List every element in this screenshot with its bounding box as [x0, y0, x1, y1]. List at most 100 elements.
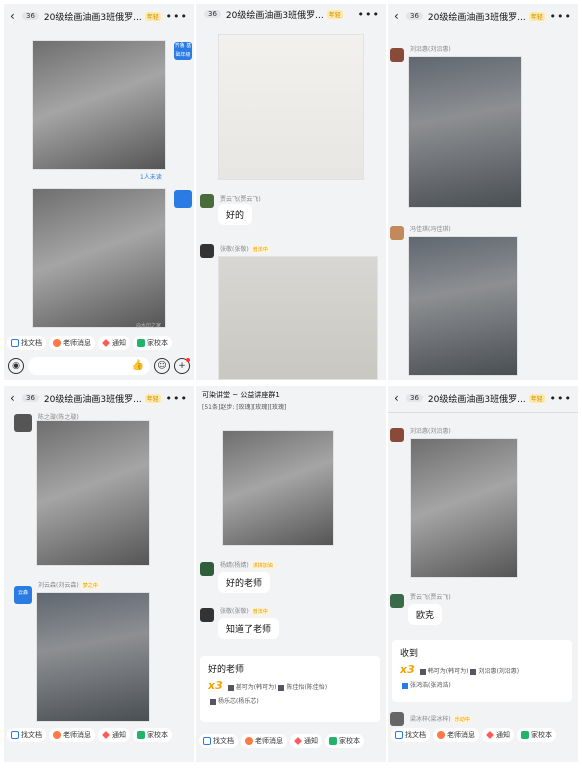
- teacher-message-button[interactable]: 老师消息: [49, 336, 95, 350]
- sender-name-text: 张敬(张敬): [220, 608, 249, 615]
- input-row: ◉ 👍 ☺ +: [4, 353, 194, 379]
- chat-title: 20级绘画油画3班俄罗...: [427, 394, 526, 405]
- find-doc-label: 找文档: [213, 737, 234, 745]
- chat-header: 36 20级绘画油画3班俄罗... 年轻 •••: [196, 4, 386, 24]
- notice-button[interactable]: 通知: [98, 728, 130, 742]
- reaction-line: x3 甚可为(韩可为) 陈佳怡(陈佳怡): [208, 679, 372, 692]
- message-bubble[interactable]: 好的老师: [218, 572, 271, 593]
- drawing-image-woman-chair[interactable]: [408, 236, 518, 376]
- sender-name-text: 刘云森(刘云森): [38, 582, 79, 589]
- back-icon[interactable]: ‹: [10, 391, 20, 405]
- find-doc-button[interactable]: 找文档: [391, 728, 430, 742]
- drawing-image-old-man[interactable]: [32, 40, 166, 170]
- message-bubble[interactable]: 知道了老师: [218, 618, 280, 639]
- chat-panel-2: 36 20级绘画油画3班俄罗... 年轻 ••• 贾云飞(贾云飞) 好的 张敬(…: [196, 4, 386, 380]
- group-tag: 年轻: [326, 9, 343, 19]
- notification-dot: [186, 358, 190, 362]
- sender-name: 贾云飞(贾云飞): [220, 196, 261, 203]
- chat-header: ‹ 36 20级绘画油画3班俄罗... 年轻 •••: [4, 386, 194, 410]
- group-title: 可染讲堂 ~ 公益讲座群1: [202, 391, 280, 399]
- sketch-image[interactable]: [218, 34, 364, 180]
- back-icon[interactable]: ‹: [394, 391, 404, 405]
- message-input[interactable]: 👍: [28, 357, 150, 375]
- mini-avatar: [210, 698, 216, 705]
- read-status[interactable]: 1人未读: [140, 172, 162, 181]
- chat-panel-3: ‹ 36 20级绘画油画3班俄罗... 年轻 ••• 刘沿惠(刘沿惠) 冯佳琪(…: [388, 4, 578, 380]
- drawing-image-young-man[interactable]: [410, 438, 518, 578]
- avatar[interactable]: 云森: [14, 586, 32, 604]
- drawing-image-girl[interactable]: [32, 188, 166, 328]
- more-icon[interactable]: •••: [166, 392, 188, 405]
- avatar[interactable]: [390, 428, 404, 442]
- back-icon[interactable]: ‹: [10, 9, 20, 23]
- school-book-button[interactable]: 家校本: [133, 336, 172, 350]
- more-icon[interactable]: •••: [358, 8, 380, 21]
- group-tag: 年轻: [144, 393, 161, 403]
- find-doc-button[interactable]: 找文档: [199, 734, 238, 748]
- chat-panel-1: ‹ 36 20级绘画油画3班俄罗... 年轻 ••• 齐鲁 基础年级 1人未读 …: [4, 4, 194, 380]
- avatar[interactable]: [200, 244, 214, 258]
- mini-avatar: [419, 668, 426, 675]
- find-doc-button[interactable]: 找文档: [7, 728, 46, 742]
- sketch-image-seated[interactable]: [218, 256, 378, 380]
- teacher-icon: [437, 731, 445, 739]
- drawing-image-woman-seated[interactable]: [408, 56, 522, 208]
- avatar[interactable]: [200, 194, 214, 208]
- message-bubble[interactable]: 好的: [218, 204, 253, 225]
- avatar[interactable]: [200, 608, 214, 622]
- drawing-image-man-jacket[interactable]: [36, 592, 150, 722]
- avatar[interactable]: [14, 414, 32, 432]
- find-doc-button[interactable]: 找文档: [7, 336, 46, 350]
- thumb-up-icon[interactable]: 👍: [132, 360, 144, 371]
- avatar[interactable]: [390, 712, 404, 726]
- school-book-button[interactable]: 家校本: [133, 728, 172, 742]
- notice-label: 通知: [112, 731, 126, 739]
- status-tag: 普法中: [250, 246, 270, 253]
- notice-button[interactable]: 通知: [290, 734, 322, 748]
- drawing-image-man-seated[interactable]: [36, 420, 150, 566]
- teacher-message-button[interactable]: 老师消息: [241, 734, 287, 748]
- notice-label: 通知: [112, 339, 126, 347]
- reactor-name: 杨乐芯(杨乐芯): [218, 698, 259, 705]
- doc-icon: [395, 731, 403, 739]
- plus-icon[interactable]: +: [174, 358, 190, 374]
- school-book-button[interactable]: 家校本: [325, 734, 364, 748]
- emoji-icon[interactable]: ☺: [154, 358, 170, 374]
- drawing-image-man-seated[interactable]: [222, 430, 334, 546]
- group-subtitle: [51条]赵步: [玫瑰][玫瑰][玫瑰]: [202, 404, 287, 411]
- avatar[interactable]: [390, 226, 404, 240]
- chat-title: 20级绘画油画3班俄罗...: [43, 394, 142, 405]
- avatar[interactable]: [174, 190, 192, 208]
- doc-icon: [11, 339, 19, 347]
- school-icon: [329, 737, 337, 745]
- avatar[interactable]: [390, 48, 404, 62]
- reaction-card[interactable]: 收到 x3 韩可为(韩可为) 刘沿惠(刘沿惠) 张鸿浩(张鸿浩): [392, 640, 572, 702]
- reaction-card[interactable]: 好的老师 x3 甚可为(韩可为) 陈佳怡(陈佳怡) 杨乐芯(杨乐芯): [200, 656, 380, 722]
- notice-button[interactable]: 通知: [482, 728, 514, 742]
- sender-name: 杨婧(杨婧) 求拼加油: [220, 560, 275, 569]
- mic-icon[interactable]: ◉: [8, 358, 24, 374]
- teacher-icon: [245, 737, 253, 745]
- more-icon[interactable]: •••: [550, 392, 572, 405]
- notice-label: 通知: [496, 731, 510, 739]
- sender-name: 冯佳琪(冯佳琪): [410, 226, 451, 233]
- avatar[interactable]: [200, 562, 214, 576]
- notice-icon: [102, 731, 110, 739]
- more-icon[interactable]: •••: [166, 10, 188, 23]
- quick-toolbar: 找文档 老师消息 通知 家校本: [4, 726, 194, 744]
- school-book-button[interactable]: 家校本: [517, 728, 556, 742]
- more-icon[interactable]: •••: [550, 10, 572, 23]
- unread-badge: 36: [22, 394, 39, 402]
- message-bubble[interactable]: 欧克: [408, 604, 443, 625]
- unread-badge: 36: [22, 12, 39, 20]
- mini-avatar: [402, 682, 408, 689]
- quick-toolbar: 找文档 老师消息 通知 家校本: [4, 334, 194, 352]
- sender-name: 刘沿惠(刘沿惠): [410, 428, 451, 435]
- avatar[interactable]: 齐鲁 基础年级: [174, 42, 192, 60]
- notice-button[interactable]: 通知: [98, 336, 130, 350]
- teacher-message-button[interactable]: 老师消息: [433, 728, 479, 742]
- school-icon: [521, 731, 529, 739]
- teacher-message-button[interactable]: 老师消息: [49, 728, 95, 742]
- back-icon[interactable]: ‹: [394, 9, 404, 23]
- avatar[interactable]: [390, 594, 404, 608]
